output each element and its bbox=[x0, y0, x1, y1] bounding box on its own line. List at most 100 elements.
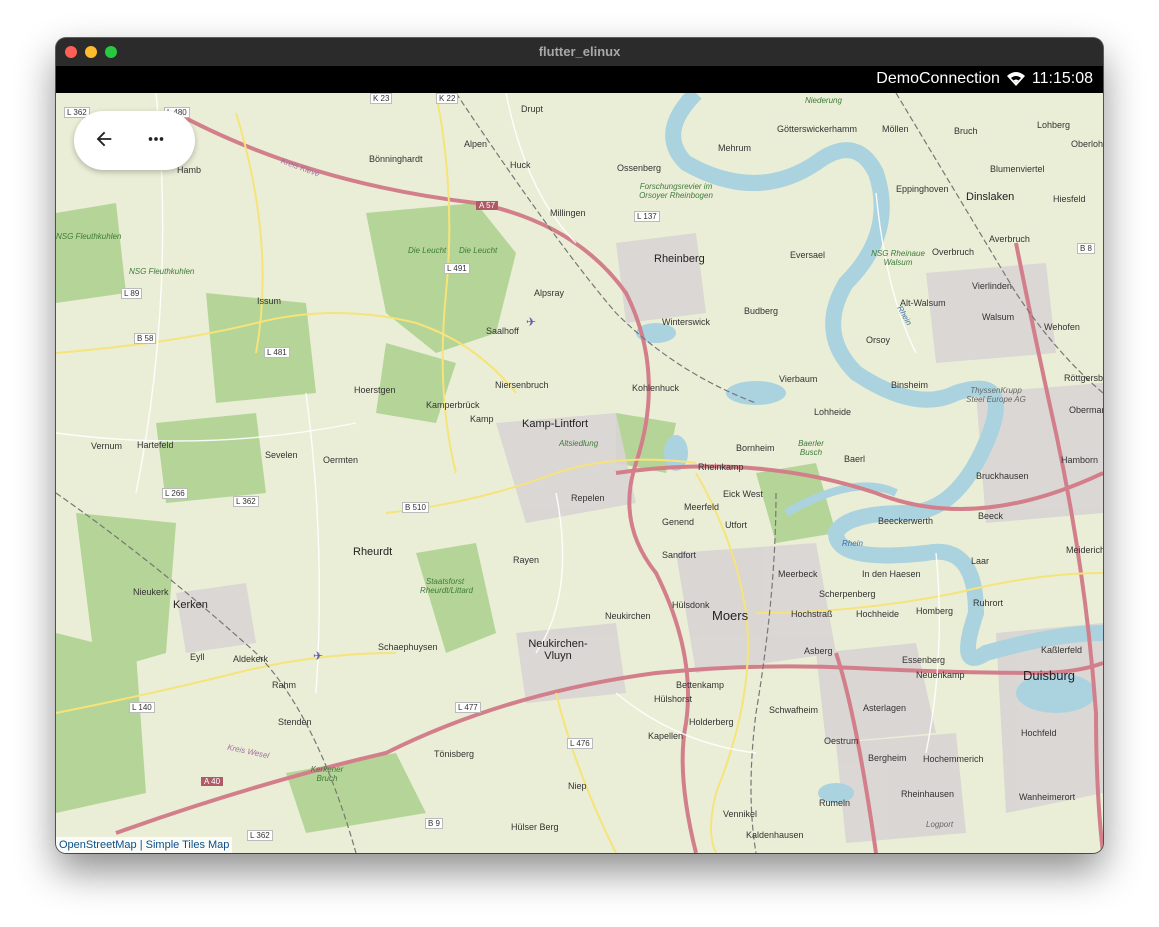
map-view[interactable]: Moers Duisburg Rheinberg Dinslaken Kamp-… bbox=[56, 93, 1103, 853]
road-shield: L 476 bbox=[567, 738, 593, 749]
area-label: NSG Fleuthkuhlen bbox=[56, 232, 122, 241]
place-label: Hochfeld bbox=[1021, 728, 1057, 738]
place-label: Genend bbox=[662, 517, 695, 527]
area-label: Logport bbox=[926, 820, 954, 829]
place-label: Nieukerk bbox=[133, 587, 169, 597]
place-label: Kohlenhuck bbox=[632, 383, 680, 393]
place-label: Scherpenberg bbox=[819, 589, 876, 599]
window-title: flutter_elinux bbox=[538, 44, 621, 59]
place-label: Essenberg bbox=[902, 655, 946, 665]
place-label: Neuenkamp bbox=[916, 670, 965, 680]
area-label: Kerkener Bruch bbox=[310, 765, 344, 783]
attribution-separator: | bbox=[139, 839, 143, 851]
place-label: Hülshorst bbox=[654, 694, 693, 704]
place-label: Huck bbox=[510, 160, 531, 170]
place-label: Beeck bbox=[978, 511, 1004, 521]
wifi-icon bbox=[1006, 71, 1026, 87]
place-label: Niep bbox=[568, 781, 587, 791]
more-horiz-icon bbox=[145, 128, 167, 155]
place-label: Vierlinden bbox=[972, 281, 1012, 291]
area-label: Die Leucht bbox=[408, 246, 447, 255]
place-label: Aldekerk bbox=[233, 654, 269, 664]
place-label: Alt-Walsum bbox=[900, 298, 946, 308]
place-label: Mehrum bbox=[718, 143, 752, 153]
place-label: Oermten bbox=[323, 455, 359, 465]
place-label: Hiesfeld bbox=[1053, 194, 1086, 204]
tiles-attribution-link[interactable]: Simple Tiles Map bbox=[146, 839, 230, 851]
place-label: Bruckhausen bbox=[976, 471, 1029, 481]
place-label: Hoerstgen bbox=[354, 385, 396, 395]
back-button[interactable] bbox=[84, 121, 124, 161]
place-label: Hartefeld bbox=[137, 440, 174, 450]
place-label: Hülser Berg bbox=[511, 822, 559, 832]
place-label: Tönisberg bbox=[434, 749, 475, 759]
place-label: Homberg bbox=[916, 606, 954, 616]
place-label: Kaldenhausen bbox=[746, 830, 804, 840]
place-label-neukirchen-vluyn: Neukirchen-Vluyn bbox=[528, 638, 588, 662]
place-label: Rayen bbox=[513, 555, 540, 565]
area-label: Forschungsrevier im Orsoyer Rheinbogen bbox=[639, 182, 713, 200]
road-shield: L 362 bbox=[247, 830, 273, 841]
place-label: Kapellen bbox=[648, 731, 684, 741]
road-shield: L 491 bbox=[444, 263, 470, 274]
area-label: Staatsforst Rheurdt/Littard bbox=[420, 577, 473, 595]
place-label: Walsum bbox=[982, 312, 1015, 322]
place-label: Wehofen bbox=[1044, 322, 1080, 332]
place-label: Obermarxloh bbox=[1069, 405, 1103, 415]
place-label: Bergheim bbox=[868, 753, 907, 763]
place-label: Beeckerwerth bbox=[878, 516, 934, 526]
osm-attribution-link[interactable]: OpenStreetMap bbox=[59, 839, 137, 851]
place-label: Asterlagen bbox=[863, 703, 907, 713]
place-label-rheinberg: Rheinberg bbox=[654, 253, 705, 265]
place-label: Binsheim bbox=[891, 380, 929, 390]
road-shield: L 89 bbox=[121, 288, 143, 299]
road-shield: L 362 bbox=[233, 496, 259, 507]
place-label: Utfort bbox=[725, 520, 748, 530]
area-label: Niederung bbox=[805, 96, 842, 105]
area-label: NSG Fleuthkuhlen bbox=[129, 267, 195, 276]
place-label: Lohheide bbox=[814, 407, 852, 417]
place-label: Wanheimerort bbox=[1019, 792, 1076, 802]
place-label: Saalhoff bbox=[486, 326, 519, 336]
motorway-shield: A 40 bbox=[201, 777, 224, 786]
place-label: Vennikel bbox=[723, 809, 758, 819]
road-shield: B 58 bbox=[134, 333, 157, 344]
place-label: Rahm bbox=[272, 680, 297, 690]
area-label: Altsiedlung bbox=[559, 439, 599, 448]
place-label: In den Haesen bbox=[862, 569, 921, 579]
place-label: Bönninghardt bbox=[369, 154, 423, 164]
place-label: Kamp bbox=[470, 414, 494, 424]
place-label: Bornheim bbox=[736, 443, 775, 453]
place-label: Alpen bbox=[464, 139, 488, 149]
place-label: Schwafheim bbox=[769, 705, 819, 715]
place-label: Holderberg bbox=[689, 717, 734, 727]
place-label: Bruch bbox=[954, 126, 978, 136]
map-attribution: OpenStreetMap | Simple Tiles Map bbox=[56, 837, 233, 853]
more-options-button[interactable] bbox=[136, 121, 176, 161]
place-label: Hamborn bbox=[1061, 455, 1099, 465]
place-label: Alpsray bbox=[534, 288, 565, 298]
place-label-dinslaken: Dinslaken bbox=[966, 191, 1015, 203]
app-window: flutter_elinux DemoConnection 11:15:08 M… bbox=[56, 38, 1103, 853]
place-label: Hochheide bbox=[856, 609, 900, 619]
place-label: Eyll bbox=[190, 652, 205, 662]
airfield-icon: ✈ bbox=[526, 315, 537, 329]
place-label: Bettenkamp bbox=[676, 680, 725, 690]
place-label: Winterswick bbox=[662, 317, 711, 327]
area-label: ThyssenKrupp Steel Europe AG bbox=[966, 386, 1026, 404]
place-label: Vierbaum bbox=[779, 374, 818, 384]
place-label: Ossenberg bbox=[617, 163, 662, 173]
place-label: Neukirchen bbox=[605, 611, 651, 621]
place-label: Meiderich bbox=[1066, 545, 1103, 555]
place-label: Möllen bbox=[882, 124, 909, 134]
area-label: Die Leucht bbox=[459, 246, 498, 255]
place-label: Götterswickerhamm bbox=[777, 124, 858, 134]
place-label: Laar bbox=[971, 556, 990, 566]
place-label: Kamperbrück bbox=[426, 400, 480, 410]
place-label: Eick West bbox=[723, 489, 763, 499]
place-label-kamp-lintfort: Kamp-Lintfort bbox=[522, 418, 589, 430]
place-label: Issum bbox=[257, 296, 282, 306]
place-label: Budberg bbox=[744, 306, 779, 316]
arrow-back-icon bbox=[93, 128, 115, 155]
road-shield: L 266 bbox=[162, 488, 188, 499]
